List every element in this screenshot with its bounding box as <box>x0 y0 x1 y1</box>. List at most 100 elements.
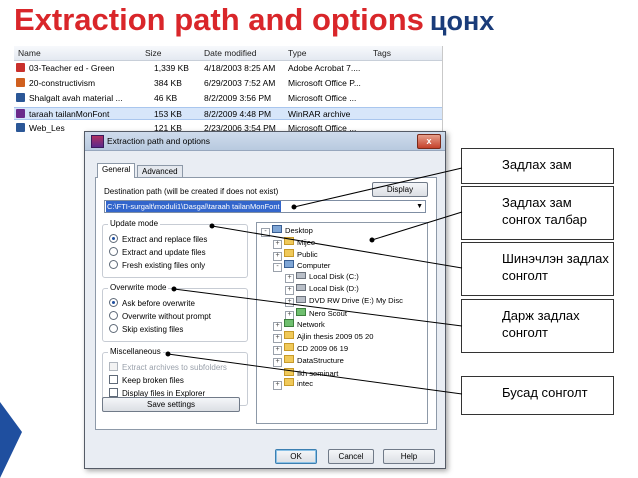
save-settings-button[interactable]: Save settings <box>102 397 240 412</box>
column-type[interactable]: Type <box>288 48 306 58</box>
radio-fresh-existing[interactable]: Fresh existing files only <box>109 260 205 270</box>
file-icon <box>16 63 25 72</box>
expand-icon[interactable]: + <box>273 346 282 355</box>
radio-icon[interactable] <box>109 247 118 256</box>
tree-node[interactable]: + intec <box>273 378 313 391</box>
update-mode-group: Update mode Extract and replace files Ex… <box>102 219 248 278</box>
callout-text: Задлах зам <box>502 157 572 172</box>
file-date: 8/2/2009 4:48 PM <box>204 109 272 119</box>
column-size[interactable]: Size <box>145 48 162 58</box>
overwrite-mode-title: Overwrite mode <box>108 283 169 292</box>
tree-node[interactable]: - Computer <box>273 260 331 273</box>
collapse-icon[interactable]: - <box>261 228 270 237</box>
file-row[interactable]: 03-Teacher ed - Green 1,339 KB 4/18/2003 8… <box>14 62 442 75</box>
dialog-titlebar[interactable]: Extraction path and options x <box>85 132 445 151</box>
expand-icon[interactable]: + <box>273 239 282 249</box>
checkbox-extract-to-subfolders[interactable]: Extract archives to subfolders <box>109 362 227 372</box>
collapse-icon[interactable]: - <box>273 263 282 273</box>
folder-icon <box>284 236 294 245</box>
help-button[interactable]: Help <box>383 449 435 464</box>
expand-icon[interactable]: + <box>273 322 282 332</box>
radio-icon[interactable] <box>109 234 118 243</box>
option-label: Fresh existing files only <box>122 261 206 270</box>
tree-node[interactable]: + DVD RW Drive (E:) My Disc <box>285 295 403 307</box>
tree-node-label: Computer <box>297 261 331 271</box>
expand-icon[interactable]: + <box>273 251 282 261</box>
file-size: 384 KB <box>154 78 182 88</box>
radio-icon[interactable] <box>109 298 118 307</box>
radio-icon[interactable] <box>109 324 118 333</box>
tree-node-label: DataStructure <box>297 355 344 365</box>
tree-node-label: Ikh seminart <box>297 368 339 378</box>
destination-path-value: C:\FTI-surgalt\moduli1\Dasgal\taraah tai… <box>106 201 281 212</box>
checkbox-icon[interactable] <box>109 388 118 397</box>
folder-tree[interactable]: - Desktop + Mijee + Public - Computer + Local Dis… <box>256 222 428 424</box>
tree-node[interactable]: + Network <box>273 319 325 332</box>
tree-node[interactable]: + Ajlin thesis 2009 05 20 <box>273 331 374 344</box>
checkbox-icon[interactable] <box>109 362 118 371</box>
disk-icon <box>296 284 306 291</box>
tree-node-label: Mijee <box>297 237 316 247</box>
file-row[interactable]: 20-constructivism 384 KB 6/29/2003 7:52 AM… <box>14 77 442 90</box>
radio-ask-before-overwrite[interactable]: Ask before overwrite <box>109 298 195 308</box>
option-label: Extract and update files <box>122 248 206 257</box>
file-row[interactable]: Shalgalt avah material ... 46 KB 8/2/2009 … <box>14 92 442 105</box>
explorer-column-header: Name Size Date modified Type Tags <box>14 46 442 61</box>
tree-node-label: Ajlin thesis 2009 05 20 <box>297 332 374 342</box>
file-icon <box>16 78 25 87</box>
net-icon <box>284 319 294 328</box>
miscellaneous-title: Miscellaneous <box>108 347 163 356</box>
expand-icon[interactable]: + <box>285 286 294 295</box>
callout-overwrite-mode: Дарж задлах сонголт <box>461 299 614 353</box>
tree-node[interactable]: Ikh seminart <box>273 367 338 378</box>
column-date-modified[interactable]: Date modified <box>204 48 256 58</box>
expand-icon[interactable]: + <box>285 310 294 320</box>
column-tags[interactable]: Tags <box>373 48 391 58</box>
disk-icon <box>296 272 306 280</box>
option-label: Skip existing files <box>122 325 184 334</box>
tree-node[interactable]: + Local Disk (D:) <box>285 284 359 295</box>
tree-node[interactable]: + Nero Scout <box>285 307 347 320</box>
file-size: 153 KB <box>154 109 182 119</box>
expand-icon[interactable]: + <box>273 381 282 391</box>
file-name: Web_Les <box>29 123 65 133</box>
tree-node[interactable]: + Public <box>273 248 318 261</box>
cancel-button[interactable]: Cancel <box>328 449 374 464</box>
file-name: 03-Teacher ed - Green <box>29 63 115 73</box>
tree-node[interactable]: + Local Disk (C:) <box>285 272 359 284</box>
overwrite-mode-group: Overwrite mode Ask before overwrite Over… <box>102 283 248 342</box>
checkbox-icon[interactable] <box>109 375 118 384</box>
destination-path-input[interactable]: C:\FTI-surgalt\moduli1\Dasgal\taraah tai… <box>104 200 426 213</box>
disk-icon <box>296 295 306 303</box>
callout-miscellaneous: Бусад сонголт <box>461 376 614 415</box>
expand-icon[interactable]: + <box>285 297 294 307</box>
file-type: Microsoft Office ... <box>288 93 357 103</box>
expand-icon[interactable]: + <box>285 274 294 284</box>
option-label: Ask before overwrite <box>122 299 195 308</box>
close-button[interactable]: x <box>417 134 441 149</box>
file-icon <box>16 123 25 132</box>
radio-extract-replace[interactable]: Extract and replace files <box>109 234 207 244</box>
radio-extract-update[interactable]: Extract and update files <box>109 247 206 257</box>
file-name: Shalgalt avah material ... <box>29 93 123 103</box>
display-button[interactable]: Display <box>372 182 428 197</box>
expand-icon[interactable]: + <box>273 334 282 344</box>
radio-icon[interactable] <box>109 311 118 320</box>
tree-node[interactable]: + Mijee <box>273 236 316 249</box>
column-name[interactable]: Name <box>18 48 41 58</box>
radio-skip-existing[interactable]: Skip existing files <box>109 324 183 334</box>
tree-node[interactable]: + DataStructure <box>273 354 344 367</box>
expand-icon[interactable]: + <box>273 357 282 367</box>
radio-icon[interactable] <box>109 260 118 269</box>
option-label: Overwrite without prompt <box>122 312 211 321</box>
tab-general[interactable]: General <box>97 163 136 178</box>
tree-node[interactable]: + CD 2009 06 19 <box>273 343 348 355</box>
ok-button[interactable]: OK <box>275 449 317 464</box>
file-row[interactable]: taraah tailanMonFont 153 KB 8/2/2009 4:48 … <box>14 107 442 120</box>
radio-overwrite-without-prompt[interactable]: Overwrite without prompt <box>109 311 211 321</box>
tree-node-label: Public <box>297 249 318 259</box>
tree-node[interactable]: - Desktop <box>261 225 313 237</box>
folder-icon <box>284 343 294 351</box>
checkbox-keep-broken-files[interactable]: Keep broken files <box>109 375 184 385</box>
chevron-down-icon[interactable]: ▼ <box>416 201 423 212</box>
